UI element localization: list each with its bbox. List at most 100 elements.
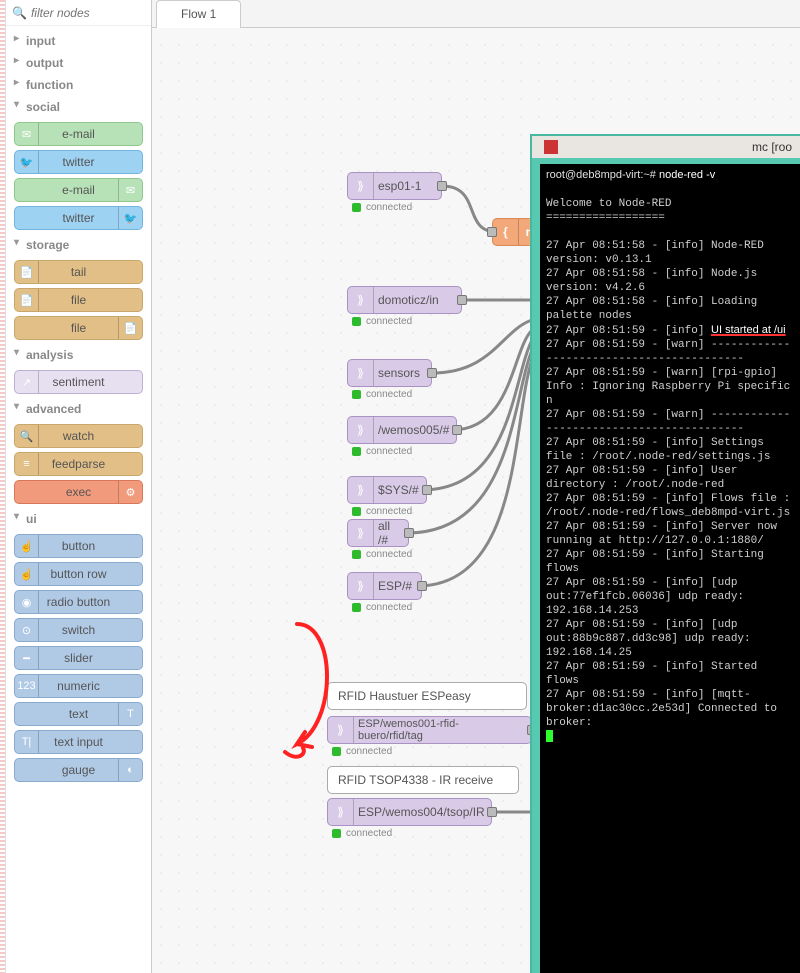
mqtt-icon: ⟫	[348, 360, 374, 386]
node-sys[interactable]: ⟫ $SYS/# connected	[347, 476, 427, 504]
palette-node-switch[interactable]: ⊙switch	[14, 618, 143, 642]
node-label: esp01-1	[378, 179, 421, 193]
palette-node-slider[interactable]: ━slider	[14, 646, 143, 670]
mqtt-icon: ⟫	[348, 417, 374, 443]
mqtt-icon: ⟫	[328, 799, 354, 825]
palette-node-label: switch	[62, 623, 95, 637]
node-tsop-comment[interactable]: RFID TSOP4338 - IR receive	[327, 766, 519, 794]
node-all[interactable]: ⟫ all /# connected	[347, 519, 409, 547]
node-status: connected	[348, 446, 412, 457]
port-out[interactable]	[417, 581, 427, 591]
palette-node-twitter[interactable]: 🐦 twitter	[14, 150, 143, 174]
node-tsop[interactable]: ⟫ ESP/wemos004/tsop/IR connected	[327, 798, 492, 826]
palette-node-label: exec	[66, 485, 91, 499]
terminal-titlebar[interactable]: mc [roo	[532, 136, 800, 158]
bird-icon: 🐦	[15, 151, 39, 173]
node-espf[interactable]: ⟫ ESP/# connected	[347, 572, 422, 600]
palette-node-text[interactable]: Ttext	[14, 702, 143, 726]
terminal-body[interactable]: root@deb8mpd-virt:~# node-red -vWelcome …	[540, 164, 800, 973]
hand-icon: ☝	[15, 535, 39, 557]
palette-search[interactable]: 🔍	[6, 0, 151, 26]
port-out[interactable]	[427, 368, 437, 378]
palette-node-button-row[interactable]: ☝ button row	[14, 562, 143, 586]
node-status: connected	[348, 202, 412, 213]
port-out[interactable]	[457, 295, 467, 305]
palette-node-label: button row	[50, 567, 106, 581]
arrow-icon: ↗	[15, 371, 39, 393]
node-esp01[interactable]: ⟫ esp01-1 connected	[347, 172, 442, 200]
category-analysis[interactable]: analysis	[14, 344, 143, 366]
palette-node-label: feedparse	[52, 457, 105, 471]
category-storage[interactable]: storage	[14, 234, 143, 256]
node-rfid-comment[interactable]: RFID Haustuer ESPeasy	[327, 682, 527, 710]
category-advanced[interactable]: advanced	[14, 398, 143, 420]
palette-node-label: file	[71, 321, 86, 335]
node-label: RFID TSOP4338 - IR receive	[338, 773, 493, 787]
port-out[interactable]	[487, 807, 497, 817]
category-output[interactable]: output	[14, 52, 143, 74]
flow-canvas[interactable]: Flow 1 ⟫ esp01-1 connected { return ⟫	[152, 0, 800, 973]
category-function[interactable]: function	[14, 74, 143, 96]
palette-node-tail[interactable]: 📄 tail	[14, 260, 143, 284]
node-status: connected	[348, 602, 412, 613]
palette-node-label: watch	[63, 429, 94, 443]
port-out[interactable]	[452, 425, 462, 435]
category-ui[interactable]: ui	[14, 508, 143, 530]
mqtt-icon: ⟫	[348, 520, 374, 546]
palette-node-label: e-mail	[62, 183, 95, 197]
palette-node-label: e-mail	[62, 127, 95, 141]
palette-node-e-mail[interactable]: ✉ e-mail	[14, 122, 143, 146]
node-label: RFID Haustuer ESPeasy	[338, 689, 471, 703]
palette-node-label: sentiment	[52, 375, 104, 389]
palette-node-file[interactable]: 📄file	[14, 288, 143, 312]
gauge-icon: ◐	[118, 759, 142, 781]
palette-node-label: button	[62, 539, 95, 553]
palette-node-twitter[interactable]: 🐦twitter	[14, 206, 143, 230]
dot-icon: ◉	[15, 591, 39, 613]
palette: 🔍 inputoutputfunctionsocial ✉ e-mail 🐦 twitt…	[6, 0, 152, 973]
mail-icon: ✉	[15, 123, 39, 145]
port-out[interactable]	[437, 181, 447, 191]
node-status: connected	[348, 549, 412, 560]
palette-node-radio-button[interactable]: ◉radio button	[14, 590, 143, 614]
node-sensors[interactable]: ⟫ sensors connected	[347, 359, 432, 387]
rss-icon: ≡	[15, 453, 39, 475]
palette-node-e-mail[interactable]: ✉e-mail	[14, 178, 143, 202]
palette-node-label: twitter	[62, 155, 94, 169]
node-domoticz[interactable]: ⟫ domoticz/in connected	[347, 286, 462, 314]
mqtt-icon: ⟫	[348, 173, 374, 199]
palette-node-feedparse[interactable]: ≡ feedparse	[14, 452, 143, 476]
palette-node-gauge[interactable]: ◐gauge	[14, 758, 143, 782]
mqtt-icon: ⟫	[348, 573, 374, 599]
123-icon: 123	[15, 675, 39, 697]
file-icon: 📄	[15, 261, 39, 283]
cog-icon: ⚙	[118, 481, 142, 503]
hand-icon: ☝	[15, 563, 39, 585]
node-label: ESP/wemos004/tsop/IR	[358, 805, 485, 819]
tab-flow1[interactable]: Flow 1	[156, 0, 241, 28]
category-input[interactable]: input	[14, 30, 143, 52]
palette-node-numeric[interactable]: 123 numeric	[14, 674, 143, 698]
palette-node-watch[interactable]: 🔍watch	[14, 424, 143, 448]
category-social[interactable]: social	[14, 96, 143, 118]
node-status: connected	[328, 828, 392, 839]
palette-node-text-input[interactable]: T|text input	[14, 730, 143, 754]
node-wemos[interactable]: ⟫ /wemos005/# connected	[347, 416, 457, 444]
port-out[interactable]	[422, 485, 432, 495]
palette-node-file[interactable]: 📄file	[14, 316, 143, 340]
palette-node-sentiment[interactable]: ↗ sentiment	[14, 370, 143, 394]
terminal-window[interactable]: mc [roo root@deb8mpd-virt:~# node-red -v…	[530, 134, 800, 973]
port-out[interactable]	[404, 528, 414, 538]
node-status: connected	[328, 746, 392, 757]
port-in[interactable]	[487, 227, 497, 237]
bird-icon: 🐦	[118, 207, 142, 229]
palette-node-exec[interactable]: ⚙ exec	[14, 480, 143, 504]
mqtt-icon: ⟫	[348, 287, 374, 313]
search-input[interactable]	[31, 6, 145, 20]
node-label: /wemos005/#	[378, 423, 449, 437]
palette-node-label: numeric	[57, 679, 100, 693]
slider-icon: ━	[15, 647, 39, 669]
palette-node-button[interactable]: ☝ button	[14, 534, 143, 558]
palette-node-label: tail	[71, 265, 86, 279]
node-rfid[interactable]: ⟫ ESP/wemos001-rfid-buero/rfid/tag conne…	[327, 716, 532, 744]
